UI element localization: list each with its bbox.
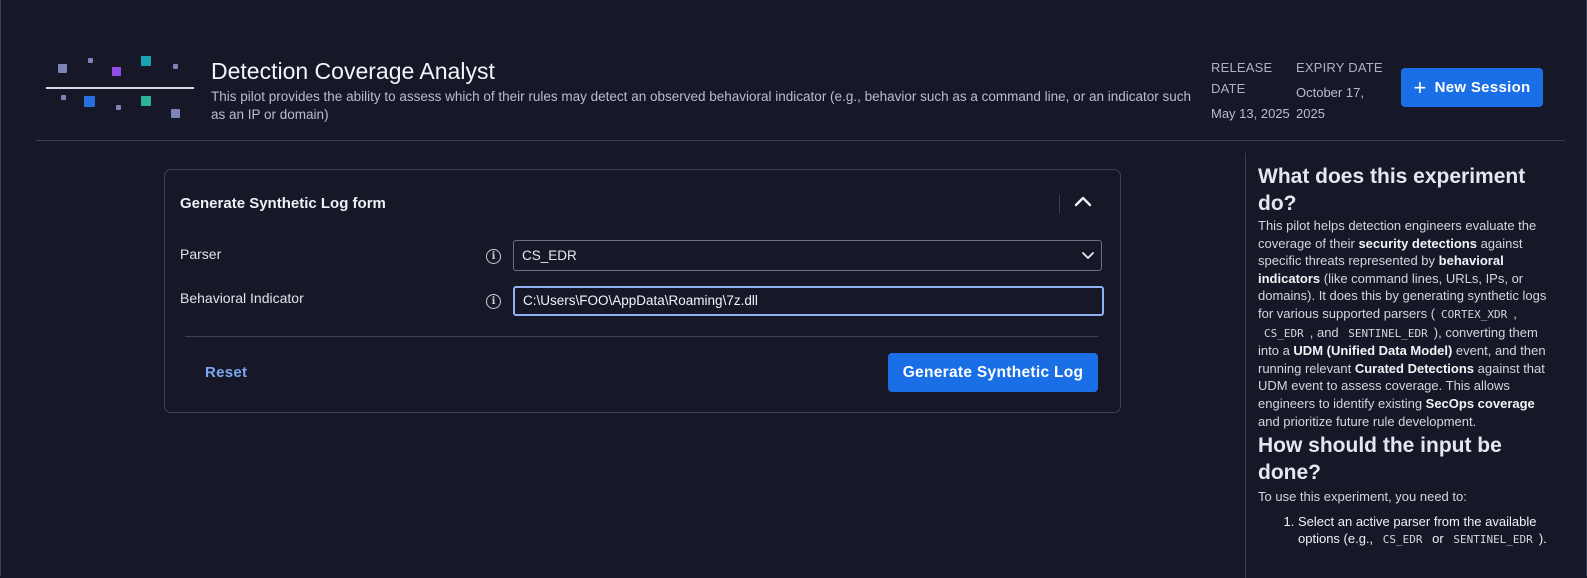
behavioral-indicator-label: Behavioral Indicator (180, 290, 304, 306)
release-date-label-line2: DATE (1211, 81, 1246, 96)
expiry-date-label: EXPIRY DATE (1296, 60, 1383, 75)
behavioral-indicator-info-icon[interactable]: i (486, 294, 501, 309)
page-subtitle: This pilot provides the ability to asses… (211, 89, 1192, 122)
parser-select[interactable]: CS_EDR (513, 240, 1102, 271)
input-heading: How should the input be done? (1258, 434, 1502, 485)
plus-icon: + (1413, 74, 1427, 100)
synthetic-log-form-card: Generate Synthetic Log form Parser i CS_… (164, 169, 1121, 413)
parser-select-value: CS_EDR (522, 248, 577, 263)
input-steps-list: Select an active parser from the availab… (1258, 513, 1558, 549)
page-title: Detection Coverage Analyst (211, 58, 495, 84)
reset-button[interactable]: Reset (205, 364, 247, 381)
release-date-value: May 13, 2025 (1211, 106, 1290, 121)
app-logo (46, 52, 194, 122)
form-divider (185, 336, 1098, 337)
chevron-down-icon (1082, 252, 1094, 259)
release-date-label-line1: RELEASE (1211, 60, 1273, 75)
panel-separator (1245, 153, 1246, 578)
info-panel: What does this experiment do? This pilot… (1258, 163, 1558, 549)
release-date: RELEASE DATE May 13, 2025 (1211, 57, 1290, 124)
experiment-heading: What does this experiment do? (1258, 165, 1526, 215)
expiry-date-value-line2: 2025 (1296, 106, 1325, 121)
header-divider (36, 140, 1565, 141)
experiment-description: This pilot helps detection engineers eva… (1258, 218, 1547, 429)
input-intro: To use this experiment, you need to: (1258, 489, 1467, 505)
list-item: Select an active parser from the availab… (1298, 513, 1558, 549)
behavioral-indicator-input[interactable]: C:\Users\FOO\AppData\Roaming\7z.dll (513, 286, 1104, 316)
header-separator (1059, 195, 1060, 213)
form-title: Generate Synthetic Log form (180, 195, 386, 212)
generate-synthetic-log-button[interactable]: Generate Synthetic Log (888, 353, 1098, 392)
expiry-date: EXPIRY DATE October 17, 2025 (1296, 57, 1383, 124)
parser-info-icon[interactable]: i (486, 249, 501, 264)
new-session-button[interactable]: + New Session (1401, 68, 1543, 107)
new-session-label: New Session (1434, 79, 1531, 96)
chevron-up-icon[interactable] (1071, 190, 1095, 214)
parser-label: Parser (180, 246, 222, 262)
expiry-date-value-line1: October 17, (1296, 85, 1364, 100)
